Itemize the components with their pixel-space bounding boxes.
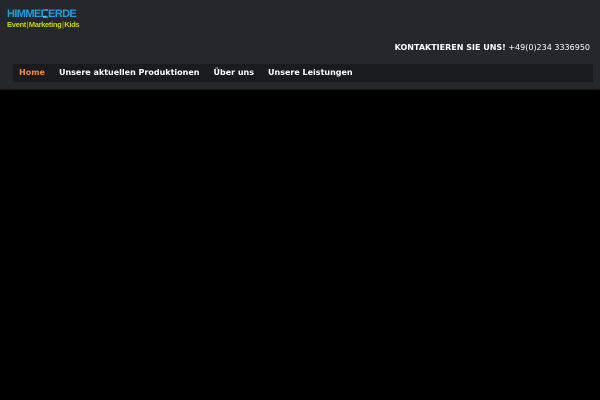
logo-tagline-kids: Kids: [64, 20, 80, 29]
nav-item-about[interactable]: Über uns: [206, 64, 261, 82]
contact-info: KONTAKTIEREN SIE UNS! +49(0)234 3336950: [395, 43, 590, 52]
main-navigation: Home Unsere aktuellen Produktionen Über …: [13, 64, 593, 82]
nav-item-home[interactable]: Home: [13, 64, 52, 82]
logo-erde: ERDE: [48, 8, 77, 20]
logo-tagline-marketing: Marketing: [28, 20, 62, 29]
contact-label: KONTAKTIEREN SIE UNS!: [394, 43, 506, 52]
logo-himmel: HIMMEL: [7, 8, 47, 20]
contact-phone[interactable]: +49(0)234 3336950: [508, 43, 590, 52]
logo-tagline-event: Event: [7, 20, 26, 29]
logo[interactable]: HIMMEL UND MEHR ERDE Event|Marketing|Kid…: [7, 8, 80, 31]
nav-item-services[interactable]: Unsere Leistungen: [261, 64, 360, 82]
hero-area: [0, 90, 600, 400]
logo-tagline: Event|Marketing|Kids: [7, 20, 80, 30]
nav-item-productions[interactable]: Unsere aktuellen Produktionen: [52, 64, 207, 82]
site-header: HIMMEL UND MEHR ERDE Event|Marketing|Kid…: [0, 0, 600, 90]
